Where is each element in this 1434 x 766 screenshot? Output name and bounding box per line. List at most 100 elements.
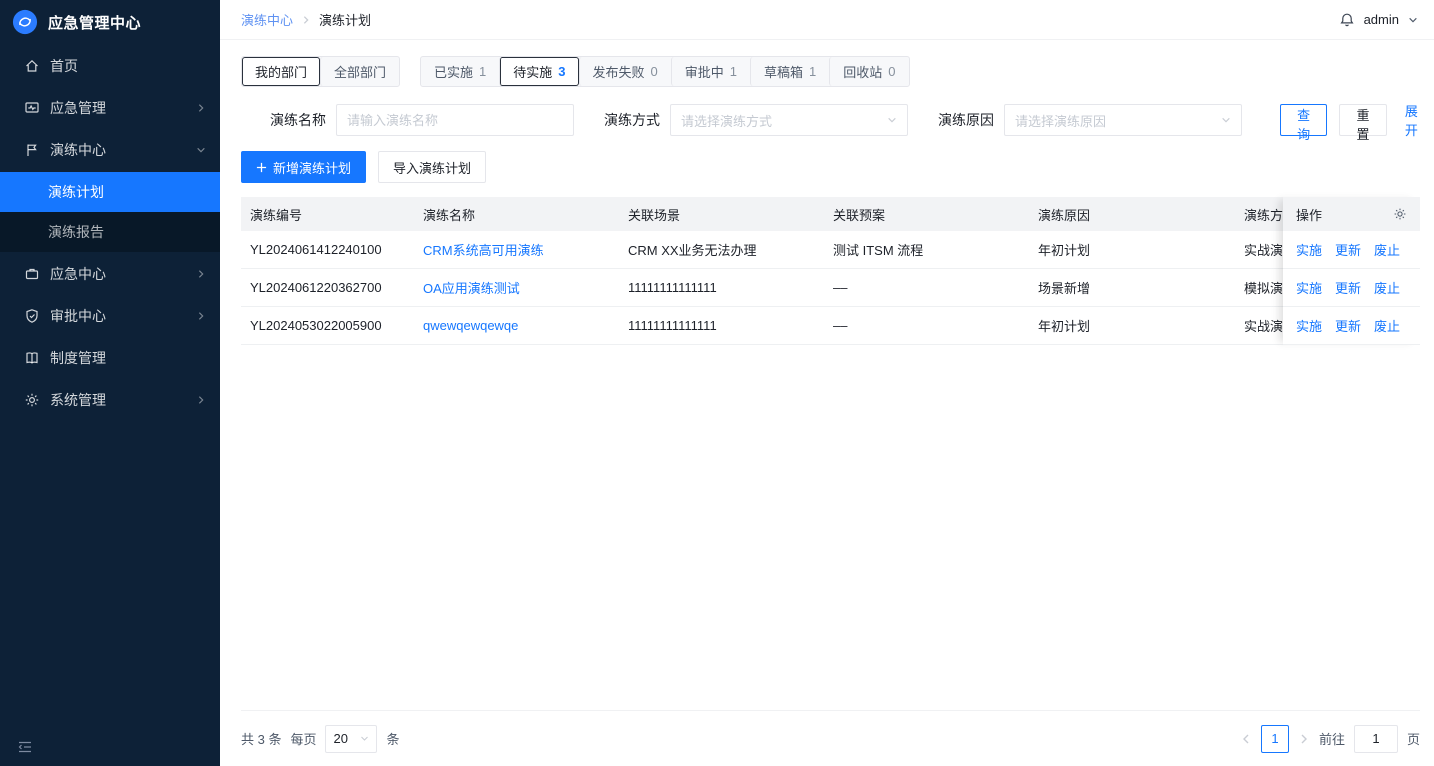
plan-cell: –– [824,318,1029,333]
app-logo-row: 应急管理中心 [0,0,220,44]
col-drill-name-header: 演练名称 [414,205,619,224]
op-abolish-link[interactable]: 废止 [1374,278,1400,297]
pagination-left: 共 3 条 每页 20 条 [241,725,400,753]
tab-count: 3 [558,64,565,79]
pagination-right: 1 前往 页 [1240,725,1420,753]
chevron-right-icon [196,103,206,113]
drill-id-cell: YL2024061220362700 [241,280,414,295]
ops-row: 实施 更新 废止 [1283,269,1420,307]
sidebar-item-system-management[interactable]: 系统管理 [0,380,220,420]
table-header-row: 演练编号 演练名称 关联场景 关联预案 演练原因 演练方式 [241,197,1420,231]
op-abolish-link[interactable]: 废止 [1374,240,1400,259]
drill-name-link[interactable]: CRM系统高可用演练 [423,243,544,258]
filter-row: 演练名称 演练方式 请选择演练方式 演练原因 请选择演练原因 [241,101,1420,139]
chevron-right-icon [196,395,206,405]
per-page-label: 每页 [290,729,316,748]
approval-center-icon [24,308,40,324]
department-tab-group: 我的部门 全部部门 [241,56,400,87]
goto-page-input[interactable] [1354,725,1398,753]
sidebar-item-home[interactable]: 首页 [0,46,220,86]
add-drill-plan-button[interactable]: 新增演练计划 [241,151,366,183]
chevron-right-icon [301,15,311,25]
chevron-down-icon [1221,115,1231,125]
tab-recycle-bin[interactable]: 回收站 0 [829,57,908,86]
sidebar-item-drill-center[interactable]: 演练中心 [0,130,220,170]
drill-name-input[interactable] [336,104,574,136]
tab-publish-failed[interactable]: 发布失败 0 [579,57,671,86]
op-implement-link[interactable]: 实施 [1296,278,1322,297]
drill-center-submenu: 演练计划 演练报告 [0,172,220,252]
col-drill-id-header: 演练编号 [241,205,414,224]
bell-icon[interactable] [1339,12,1355,28]
chevron-down-icon [887,115,897,125]
prev-page-icon[interactable] [1240,733,1252,745]
tab-drafts[interactable]: 草稿箱 1 [750,57,829,86]
sidebar-menu: 首页 应急管理 演练中心 [0,46,220,420]
emergency-management-icon [24,100,40,116]
reset-button[interactable]: 重置 [1339,104,1386,136]
sidebar-item-emergency-center[interactable]: 应急中心 [0,254,220,294]
tab-count: 1 [730,64,737,79]
import-drill-plan-button[interactable]: 导入演练计划 [378,151,486,183]
op-abolish-link[interactable]: 废止 [1374,316,1400,335]
drill-id-cell: YL2024053022005900 [241,318,414,333]
pagination-bar: 共 3 条 每页 20 条 1 [241,710,1420,766]
topbar: 演练中心 演练计划 admin [220,0,1434,40]
sidebar-item-approval-center[interactable]: 审批中心 [0,296,220,336]
table-row: YL2024053022005900 qwewqewqewqe 11111111… [241,307,1420,345]
chevron-down-icon [196,145,206,155]
chevron-down-icon [1408,15,1418,25]
search-button[interactable]: 查询 [1280,104,1327,136]
drill-reason-select[interactable]: 请选择演练原因 [1004,104,1242,136]
drill-plan-table: 演练编号 演练名称 关联场景 关联预案 演练原因 演练方式 YL20240614… [241,197,1420,345]
tabs-row: 我的部门 全部部门 已实施 1 待实施 3 [241,56,1420,87]
tab-implemented[interactable]: 已实施 1 [421,57,499,86]
drill-name-link[interactable]: qwewqewqewqe [423,318,518,333]
ops-row: 实施 更新 废止 [1283,231,1420,269]
plan-cell: 测试 ITSM 流程 [824,240,1029,259]
col-scene-header: 关联场景 [619,205,824,224]
per-page-select[interactable]: 20 [325,725,377,753]
ops-row: 实施 更新 废止 [1283,307,1420,345]
tab-pending-implementation[interactable]: 待实施 3 [499,57,578,86]
user-menu[interactable]: admin [1339,12,1418,28]
op-implement-link[interactable]: 实施 [1296,240,1322,259]
tab-all-departments[interactable]: 全部部门 [320,57,399,86]
drill-method-label: 演练方式 [604,110,660,130]
page-1-button[interactable]: 1 [1261,725,1289,753]
drill-name-link[interactable]: OA应用演练测试 [423,281,520,296]
tab-count: 0 [888,64,895,79]
scene-cell: CRM XX业务无法办理 [619,240,824,259]
drill-name-label: 演练名称 [270,110,326,130]
plus-icon [256,162,267,173]
drill-id-cell: YL2024061412240100 [241,242,414,257]
expand-link[interactable]: 展开 [1403,101,1420,139]
table-settings-gear-icon[interactable] [1393,207,1407,221]
sidebar-item-policy-management[interactable]: 制度管理 [0,338,220,378]
username-label: admin [1364,12,1399,27]
next-page-icon[interactable] [1298,733,1310,745]
op-implement-link[interactable]: 实施 [1296,316,1322,335]
per-page-unit-label: 条 [386,729,399,748]
app-root: 应急管理中心 首页 应急管理 [0,0,1434,766]
breadcrumb-link-drill-center[interactable]: 演练中心 [241,10,293,29]
reason-cell: 场景新增 [1029,278,1234,297]
sidebar-item-drill-plan[interactable]: 演练计划 [0,172,220,212]
drill-method-select[interactable]: 请选择演练方式 [670,104,908,136]
drill-reason-label: 演练原因 [938,110,994,130]
tab-in-approval[interactable]: 审批中 1 [671,57,750,86]
page-unit-label: 页 [1407,729,1420,748]
op-update-link[interactable]: 更新 [1335,240,1361,259]
action-row: 新增演练计划 导入演练计划 [241,151,1420,183]
op-update-link[interactable]: 更新 [1335,278,1361,297]
sidebar-item-emergency-management[interactable]: 应急管理 [0,88,220,128]
pagination-total: 共 3 条 [241,729,281,748]
sidebar-item-drill-report[interactable]: 演练报告 [0,212,220,252]
scene-cell: 11111111111111 [619,280,824,295]
app-title: 应急管理中心 [48,12,141,33]
op-update-link[interactable]: 更新 [1335,316,1361,335]
table-row: YL2024061220362700 OA应用演练测试 111111111111… [241,269,1420,307]
tab-my-department[interactable]: 我的部门 [242,57,320,86]
breadcrumb-current: 演练计划 [319,10,371,29]
collapse-sidebar-icon[interactable] [16,738,34,756]
